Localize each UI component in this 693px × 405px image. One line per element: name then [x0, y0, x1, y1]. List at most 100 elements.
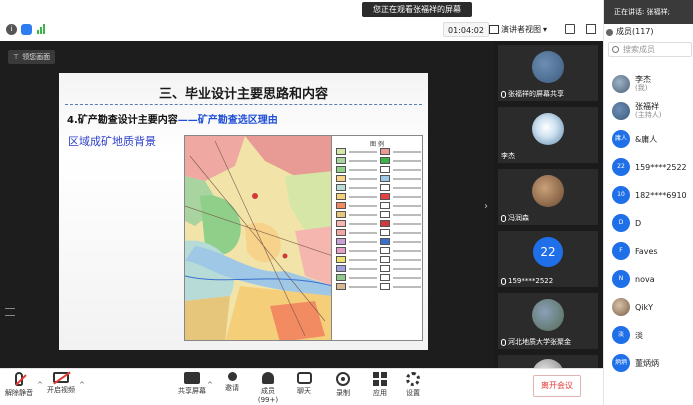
layout-icon[interactable]: [586, 24, 596, 34]
shield-icon[interactable]: [21, 24, 32, 35]
member-item[interactable]: 张福祥 (主持人): [612, 100, 693, 122]
legend-swatch: [336, 247, 346, 254]
signal-icon[interactable]: [36, 24, 47, 35]
tile-name-text: 冯润森: [508, 214, 529, 222]
member-item[interactable]: 炳炳 董炳炳: [612, 352, 693, 374]
mic-icon: [501, 90, 506, 98]
invite-button[interactable]: 邀请: [215, 372, 249, 393]
member-item[interactable]: 22 159****2522: [612, 156, 693, 178]
legend-text: [393, 205, 421, 207]
legend-swatch: [336, 274, 346, 281]
fullscreen-icon[interactable]: [565, 24, 575, 34]
legend-text: [349, 241, 377, 243]
start-video-label: 开启视频: [47, 386, 75, 394]
chat-icon: [296, 372, 312, 384]
legend-text: [393, 286, 421, 288]
avatar: F: [612, 242, 630, 260]
chevron-up-icon[interactable]: ^: [207, 381, 213, 389]
member-name: Faves: [635, 246, 658, 256]
menu-icon[interactable]: [5, 308, 15, 316]
member-item[interactable]: 李杰 (我): [612, 73, 693, 95]
apps-button[interactable]: 应用: [363, 372, 397, 398]
avatar: [532, 359, 564, 368]
chevron-up-icon[interactable]: ^: [37, 381, 43, 389]
avatar: [532, 299, 564, 331]
video-tile[interactable]: [498, 355, 598, 368]
share-screen-label: 共享屏幕: [178, 387, 206, 395]
top-bar: 您正在观看张福祥的屏幕 i 01:04:02 演讲者视图 ▾: [0, 0, 603, 41]
chat-label: 聊天: [297, 387, 311, 395]
gear-icon: [406, 372, 420, 386]
tile-name-text: 李杰: [501, 152, 515, 160]
search-input[interactable]: 搜索成员: [608, 42, 692, 57]
legend-text: [349, 214, 377, 216]
return-button[interactable]: ⊤ 领您画面: [8, 50, 56, 64]
member-item[interactable]: 淡 淡: [612, 324, 693, 346]
legend-swatch: [336, 283, 346, 290]
legend-swatch: [336, 148, 346, 155]
pin-icon: ⊤: [13, 53, 20, 61]
member-item[interactable]: QikY: [612, 296, 693, 318]
search-icon: [612, 46, 619, 53]
legend-text: [393, 178, 421, 180]
slide-title: 三、毕业设计主要思路和内容: [158, 87, 328, 102]
settings-button[interactable]: 设置: [396, 372, 430, 398]
video-tile[interactable]: 张福祥的屏幕共享: [498, 45, 598, 101]
tile-name-text: 159****2522: [508, 277, 554, 285]
chat-button[interactable]: 聊天: [287, 372, 321, 396]
tile-name: 李杰: [501, 151, 515, 161]
legend-swatch: [336, 202, 346, 209]
legend-text: [393, 151, 421, 153]
chevron-right-icon[interactable]: ›: [484, 201, 488, 212]
member-name: 182****6910: [635, 190, 687, 200]
legend-swatch: [336, 256, 346, 263]
member-item[interactable]: N nova: [612, 268, 693, 290]
members-button[interactable]: 成员(99+): [251, 372, 285, 404]
legend-swatch: [380, 157, 390, 164]
subtitle-blue: ——矿产勘查选区理由: [177, 115, 278, 126]
member-item[interactable]: 10 182****6910: [612, 184, 693, 206]
member-role: (主持人): [635, 111, 662, 119]
tile-name: 冯润森: [501, 213, 529, 223]
leave-meeting-button[interactable]: 离开会议: [533, 375, 581, 397]
chevron-up-icon[interactable]: ^: [79, 381, 85, 389]
apps-label: 应用: [373, 389, 387, 397]
share-screen-icon: [184, 372, 200, 384]
video-tiles-column: 张福祥的屏幕共享 李杰 冯润森 22 159****2522 河北地质大学张聚金: [494, 41, 603, 368]
legend-text: [349, 169, 377, 171]
legend-swatch: [380, 220, 390, 227]
start-video-button[interactable]: 开启视频: [44, 372, 78, 395]
legend-swatch: [380, 247, 390, 254]
info-icon[interactable]: i: [6, 24, 17, 35]
members-count: 成员(117): [616, 27, 654, 36]
share-screen-button[interactable]: 共享屏幕: [175, 372, 209, 396]
member-item[interactable]: 庸人 &庸人: [612, 128, 693, 150]
return-button-label: 领您画面: [22, 53, 51, 61]
video-tile[interactable]: 冯润森: [498, 169, 598, 225]
video-tile[interactable]: 河北地质大学张聚金: [498, 293, 598, 349]
legend-swatch: [336, 220, 346, 227]
legend-swatch: [336, 238, 346, 245]
legend-swatch: [380, 238, 390, 245]
chevron-down-icon: ▾: [543, 25, 548, 34]
member-name: 董炳炳: [635, 358, 659, 368]
unmute-button[interactable]: 解除静音: [2, 372, 36, 398]
legend-text: [349, 286, 377, 288]
legend-grid: [336, 148, 421, 290]
member-role: (我): [635, 84, 648, 92]
member-item[interactable]: D D: [612, 212, 693, 234]
legend-text: [349, 232, 377, 234]
record-button[interactable]: 录制: [326, 372, 360, 398]
legend-swatch: [380, 166, 390, 173]
video-tile[interactable]: 22 159****2522: [498, 231, 598, 287]
view-mode-button[interactable]: 演讲者视图 ▾: [489, 22, 547, 37]
camera-off-icon: [53, 372, 69, 383]
video-tile[interactable]: 李杰: [498, 107, 598, 163]
record-icon: [336, 372, 350, 386]
legend-swatch: [380, 184, 390, 191]
legend-text: [349, 259, 377, 261]
shared-screen-stage: ⊤ 领您画面 三、毕业设计主要思路和内容 4.矿产勘查设计主要内容——矿产勘查选…: [0, 41, 494, 368]
legend-text: [393, 187, 421, 189]
member-item[interactable]: F Faves: [612, 240, 693, 262]
legend-swatch: [380, 202, 390, 209]
